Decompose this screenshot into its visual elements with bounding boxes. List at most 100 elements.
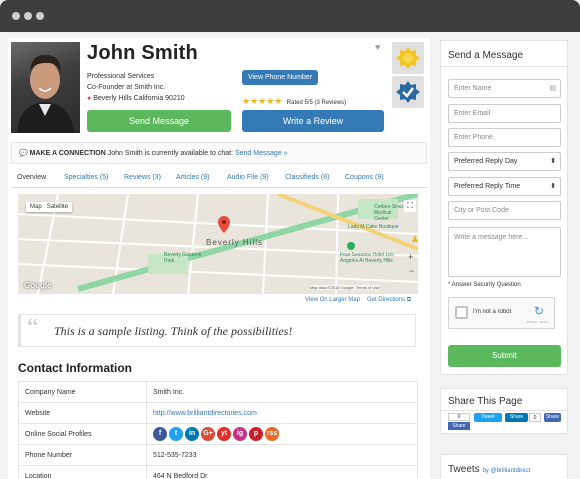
favorite-heart-icon[interactable]: ♥ — [375, 42, 380, 52]
profile-name: John Smith — [87, 42, 198, 64]
map-terms-link[interactable]: Terms of Use — [356, 285, 380, 290]
tab-audio[interactable]: Audio File (9) — [227, 174, 269, 181]
name-field[interactable]: Enter Name ▤ — [448, 79, 561, 98]
fb-share-button[interactable]: Share — [544, 413, 561, 422]
zoom-out-button[interactable]: − — [409, 266, 414, 276]
write-review-button[interactable]: Write a Review — [242, 110, 384, 132]
page: John Smith ♥ Professional Services Co-Fo… — [0, 32, 580, 479]
twitter-icon[interactable]: t — [169, 427, 183, 441]
tab-reviews[interactable]: Reviews (3) — [124, 174, 161, 181]
message-textarea[interactable]: Write a message here... — [448, 227, 561, 277]
city-field[interactable]: City or Post Code — [448, 201, 561, 220]
map-type-map[interactable]: Map — [30, 204, 42, 210]
share-title: Share This Page — [448, 396, 523, 407]
facebook-icon[interactable]: f — [153, 427, 167, 441]
connection-heading: MAKE A CONNECTION — [29, 150, 106, 157]
tweet-button[interactable]: Tweet — [474, 413, 502, 422]
name-placeholder: Enter Name — [454, 85, 492, 92]
instagram-icon[interactable]: ig — [233, 427, 247, 441]
send-message-button[interactable]: Send Message — [87, 110, 231, 132]
pegman-icon[interactable]: ♟ — [411, 234, 418, 245]
window-dot[interactable] — [12, 12, 20, 20]
map-city-label: Beverly Hills — [206, 238, 264, 247]
reply-time-select[interactable]: Preferred Reply Time ⬍ — [448, 177, 561, 196]
tab-specialties[interactable]: Specialties (5) — [64, 174, 108, 181]
window-dot[interactable] — [24, 12, 32, 20]
connection-link[interactable]: Send Message » — [235, 150, 288, 157]
phone-field[interactable]: Enter Phone — [448, 128, 561, 147]
view-phone-button[interactable]: View Phone Number — [242, 70, 318, 85]
row-key: Website — [18, 402, 147, 424]
linkedin-icon[interactable]: in — [185, 427, 199, 441]
email-field[interactable]: Enter Email — [448, 104, 561, 123]
map-type-control[interactable]: Map Satellite — [26, 202, 73, 212]
fullscreen-icon[interactable]: ⛶ — [404, 200, 416, 212]
like-count: 0 — [448, 413, 470, 421]
row-key: Company Name — [18, 381, 147, 403]
google-plus-icon[interactable]: G+ — [201, 427, 215, 441]
linkedin-share-count: 0 — [529, 413, 541, 422]
facebook-share-button[interactable]: Share — [448, 422, 470, 430]
map-park-label: Beverly Gardens Park — [164, 252, 202, 264]
linkedin-share-button[interactable]: Share — [505, 413, 528, 422]
map-pin-icon: ● — [87, 95, 92, 102]
rss-icon[interactable]: rss — [265, 427, 279, 441]
tab-classifieds[interactable]: Classifieds (8) — [285, 174, 329, 181]
tweets-by-link[interactable]: by @brilliantdirect — [482, 468, 530, 474]
view-larger-map-link[interactable]: View On Larger Map — [305, 297, 360, 303]
youtube-icon[interactable]: yt — [217, 427, 231, 441]
social-icons: f t in G+ yt ig p rss — [146, 423, 418, 445]
row-value: Smith Inc. — [146, 381, 418, 403]
window-dot[interactable] — [36, 12, 44, 20]
recaptcha-box: I'm not a robot ↻ Privacy - Terms — [448, 297, 555, 329]
send-message-panel: Send a Message Enter Name ▤ Enter Email E… — [440, 40, 568, 375]
not-robot-label: I'm not a robot — [473, 309, 512, 315]
chat-icon: 💬 — [19, 150, 28, 157]
location-map[interactable]: Map Satellite Beverly Hills Beverly Gard… — [18, 194, 418, 294]
submit-button[interactable]: Submit — [448, 345, 561, 367]
website-link[interactable]: http://www.brilliantdirectories.com — [146, 402, 418, 424]
title-bar — [0, 0, 580, 32]
star-icon: ★★★★★ — [242, 96, 283, 106]
row-value: 512-535-7233 — [146, 444, 418, 466]
reply-time-value: Preferred Reply Time — [454, 183, 521, 190]
rating: ★★★★★ Rated 5/5 (3 Reviews) — [242, 91, 346, 109]
map-type-satellite[interactable]: Satellite — [47, 204, 68, 210]
sidebar: Send a Message Enter Name ▤ Enter Email E… — [440, 40, 568, 479]
map-attribution: Map data ©2018 Google Terms of Use — [310, 285, 380, 290]
profile-tabs: Overview Specialties (5) Reviews (3) Art… — [11, 172, 427, 188]
table-row: Online Social Profiles f t in G+ yt ig p rss — [18, 423, 418, 445]
contact-card-icon: ▤ — [549, 85, 556, 92]
chevron-down-icon: ⬍ — [550, 183, 556, 190]
reply-day-select[interactable]: Preferred Reply Day ⬍ — [448, 152, 561, 171]
table-row: Location 464 N Bedford Dr — [18, 465, 418, 479]
tab-coupons[interactable]: Coupons (9) — [345, 174, 384, 181]
tab-overview[interactable]: Overview — [17, 174, 46, 181]
browser-window: John Smith ♥ Professional Services Co-Fo… — [0, 0, 580, 479]
profile-title: Co-Founder at Smith Inc. — [87, 84, 166, 91]
pinterest-icon[interactable]: p — [249, 427, 263, 441]
chevron-down-icon: ⬍ — [550, 158, 556, 165]
quote-box: “ This is a sample listing. Think of the… — [18, 313, 416, 347]
map-cedars-label: Cedars-Sinai Medical Center — [374, 204, 403, 222]
get-directions-link[interactable]: Get Directions ⧉ — [367, 297, 411, 304]
trusted-badge — [392, 76, 424, 108]
tab-articles[interactable]: Articles (9) — [176, 174, 209, 181]
table-row: Phone Number 512-535-7233 — [18, 444, 418, 466]
recaptcha-logo-icon: ↻ — [534, 304, 545, 318]
verified-badge — [392, 42, 424, 74]
tweets-panel: Tweets by @brilliantdirect — [440, 454, 568, 479]
recaptcha-checkbox[interactable] — [455, 306, 468, 319]
row-value: 464 N Bedford Dr — [146, 465, 418, 479]
zoom-in-button[interactable]: + — [408, 252, 413, 262]
recaptcha-terms[interactable]: Privacy - Terms — [527, 320, 548, 324]
row-key: Online Social Profiles — [18, 423, 147, 445]
tweets-header: Tweets by @brilliantdirect — [448, 464, 530, 475]
quote-text: This is a sample listing. Think of the p… — [54, 324, 293, 338]
divider — [441, 410, 567, 411]
google-logo: Google — [24, 281, 52, 290]
directions-text[interactable]: Get Directions — [367, 297, 405, 303]
security-question: * Answer Security Question — [448, 282, 521, 288]
profile-photo — [11, 42, 80, 133]
table-row: Website http://www.brilliantdirectories.c… — [18, 402, 418, 424]
